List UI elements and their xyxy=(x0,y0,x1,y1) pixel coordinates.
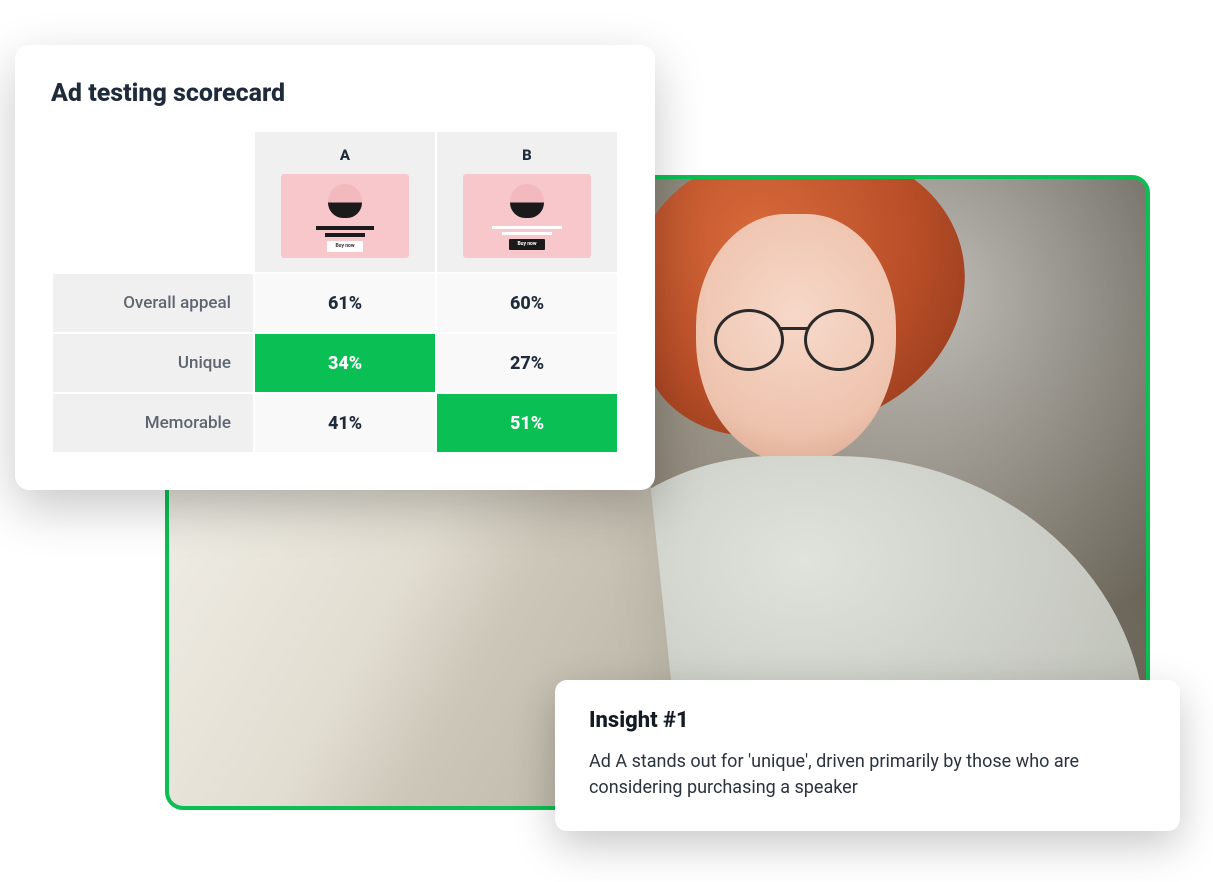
table-row: Memorable 41% 51% xyxy=(53,394,617,452)
table-blank-header xyxy=(53,132,253,272)
variant-b-label: B xyxy=(447,146,607,164)
cell-a: 41% xyxy=(255,394,435,452)
ad-a-cta: Buy now xyxy=(327,241,363,252)
variant-b-header: B Buy now xyxy=(437,132,617,272)
scorecard-card: Ad testing scorecard A Buy now B xyxy=(15,45,655,490)
scorecard-body: Overall appeal 61% 60% Unique 34% 27% Me… xyxy=(53,274,617,452)
cell-b: 60% xyxy=(437,274,617,332)
variant-a-header: A Buy now xyxy=(255,132,435,272)
ad-b-cta: Buy now xyxy=(509,239,545,250)
table-row: Overall appeal 61% 60% xyxy=(53,274,617,332)
cell-b: 51% xyxy=(437,394,617,452)
variant-a-label: A xyxy=(265,146,425,164)
cell-b: 27% xyxy=(437,334,617,392)
table-row: Unique 34% 27% xyxy=(53,334,617,392)
scorecard-table: A Buy now B Buy now xyxy=(51,130,619,454)
cell-a: 61% xyxy=(255,274,435,332)
row-label: Memorable xyxy=(53,394,253,452)
product-icon xyxy=(510,184,544,218)
ad-preview-b: Buy now xyxy=(463,174,591,258)
scorecard-title: Ad testing scorecard xyxy=(51,79,619,108)
glasses-icon xyxy=(714,309,874,371)
row-label: Unique xyxy=(53,334,253,392)
insight-card: Insight #1 Ad A stands out for 'unique',… xyxy=(555,680,1180,831)
row-label: Overall appeal xyxy=(53,274,253,332)
product-icon xyxy=(328,184,362,218)
insight-title: Insight #1 xyxy=(589,708,1146,733)
ad-preview-a: Buy now xyxy=(281,174,409,258)
insight-body: Ad A stands out for 'unique', driven pri… xyxy=(589,749,1146,801)
cell-a: 34% xyxy=(255,334,435,392)
